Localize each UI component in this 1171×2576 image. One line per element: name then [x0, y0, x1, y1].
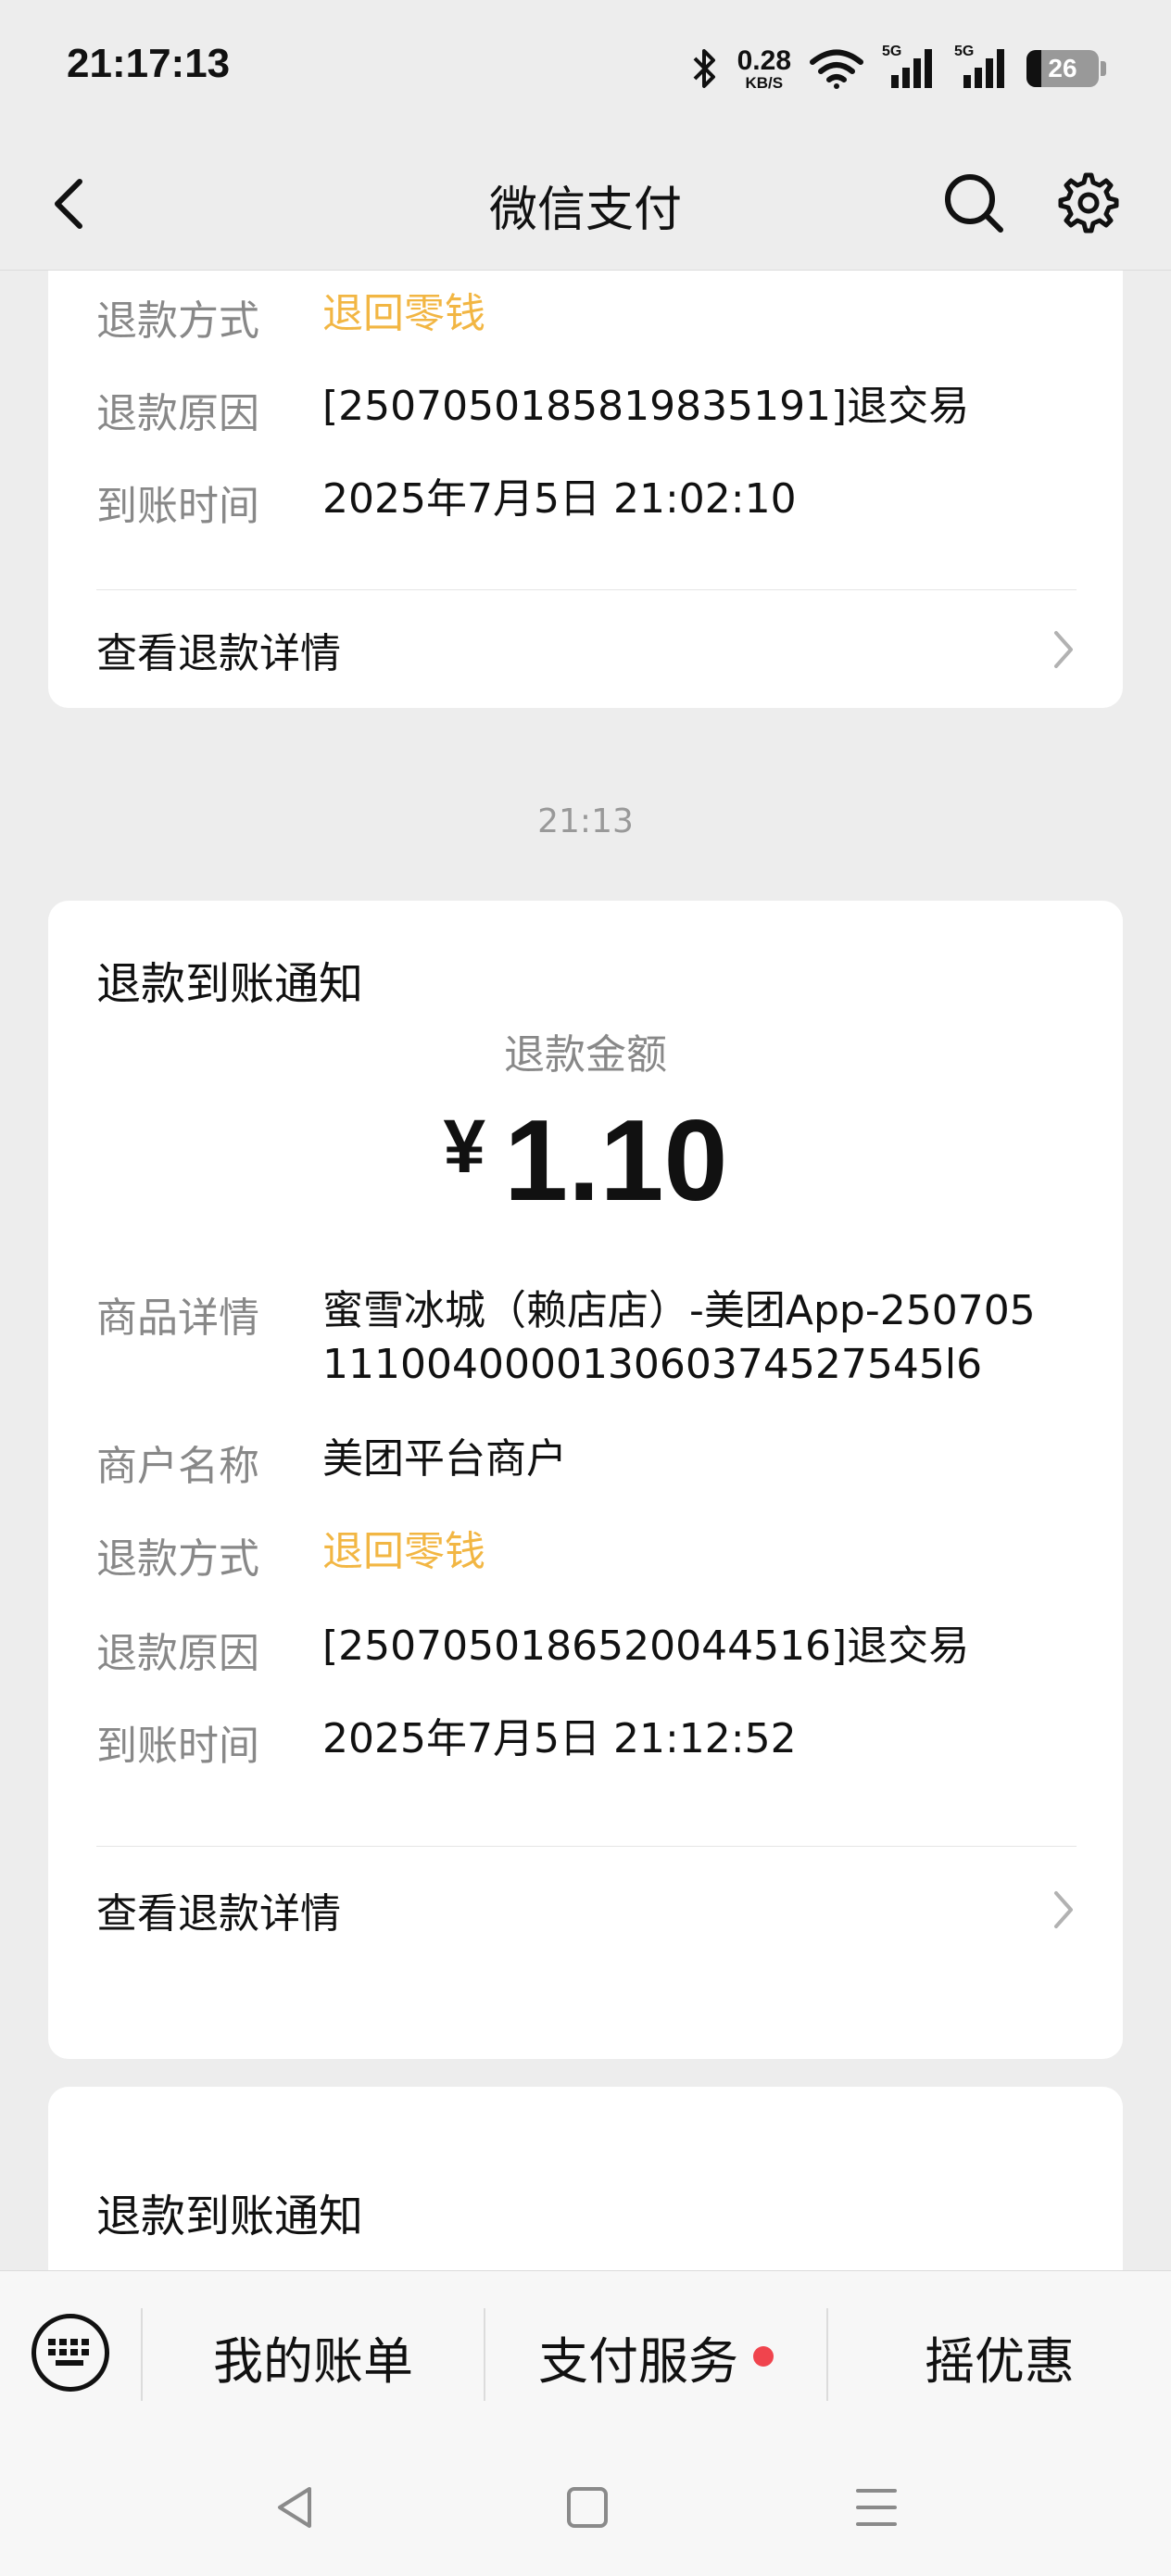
divider	[96, 589, 1077, 590]
message-timestamp: 21:13	[537, 802, 634, 840]
nav-bar: 微信支付	[0, 139, 1171, 271]
view-refund-details-link[interactable]: 查看退款详情	[96, 1874, 1077, 1946]
refund-notification-card-next[interactable]: 退款到账通知	[48, 2087, 1123, 2270]
arrival-time-row: 到账时间 2025年7月5日 21:12:52	[96, 1715, 797, 1770]
status-bar: 21:17:13 0.28 KB/S 5G 5G 26	[0, 0, 1171, 139]
card-title: 退款到账通知	[96, 958, 364, 1010]
notification-dot	[753, 2346, 774, 2367]
menu-shake-offers[interactable]: 摇优惠	[828, 2321, 1171, 2392]
refund-card-previous: 退款方式 退回零钱 退款原因 [2507050185819835191]退交易 …	[48, 271, 1123, 708]
refund-method-row: 退款方式 退回零钱	[96, 290, 485, 345]
refund-notification-card[interactable]: 退款到账通知 退款金额 ¥1.10 商品详情 蜜雪冰城（赖店店）-美团App-2…	[48, 901, 1123, 2059]
menu-my-bills[interactable]: 我的账单	[143, 2321, 484, 2392]
message-list[interactable]: 退款方式 退回零钱 退款原因 [2507050185819835191]退交易 …	[0, 271, 1171, 2270]
wifi-icon	[810, 49, 863, 89]
refund-amount-label: 退款金额	[504, 1031, 667, 1079]
chevron-right-icon	[1054, 631, 1073, 668]
card-title: 退款到账通知	[96, 2191, 364, 2242]
system-nav-bar	[0, 2437, 1171, 2576]
menu-payment-services[interactable]: 支付服务	[485, 2321, 826, 2392]
divider	[96, 1846, 1077, 1847]
refund-reason-row: 退款原因 [2507050185819835191]退交易	[96, 383, 970, 437]
system-menu-icon[interactable]	[849, 2480, 904, 2535]
battery-tip	[1101, 61, 1106, 76]
cellular-signal-2-icon: 5G	[954, 44, 1008, 90]
status-time: 21:17:13	[67, 41, 231, 86]
network-speed: 0.28 KB/S	[737, 44, 791, 92]
refund-reason-row: 退款原因 [2507050186520044516]退交易	[96, 1623, 970, 1677]
system-back-icon[interactable]	[269, 2480, 324, 2535]
refund-amount: ¥1.10	[443, 1097, 728, 1225]
cellular-signal-1-icon: 5G	[882, 44, 936, 90]
battery-icon: 26	[1026, 50, 1099, 87]
refund-method-row: 退款方式 退回零钱	[96, 1528, 485, 1583]
system-home-icon[interactable]	[560, 2480, 615, 2535]
keyboard-icon	[48, 2339, 89, 2366]
product-detail-row: 商品详情 蜜雪冰城（赖店店）-美团App-250705 111004000013…	[96, 1287, 1036, 1388]
keyboard-toggle-button[interactable]	[31, 2314, 109, 2392]
status-icons: 0.28 KB/S 5G 5G 26	[691, 41, 1106, 96]
view-refund-details-link[interactable]: 查看退款详情	[96, 613, 1077, 686]
chevron-right-icon	[1054, 1891, 1073, 1928]
merchant-name-row: 商户名称 美团平台商户	[96, 1435, 567, 1490]
search-icon[interactable]	[941, 170, 1006, 235]
arrival-time-row: 到账时间 2025年7月5日 21:02:10	[96, 475, 797, 530]
bluetooth-icon	[693, 49, 715, 88]
gear-icon[interactable]	[1056, 170, 1121, 235]
bottom-menu: 我的账单 支付服务 摇优惠	[0, 2270, 1171, 2437]
